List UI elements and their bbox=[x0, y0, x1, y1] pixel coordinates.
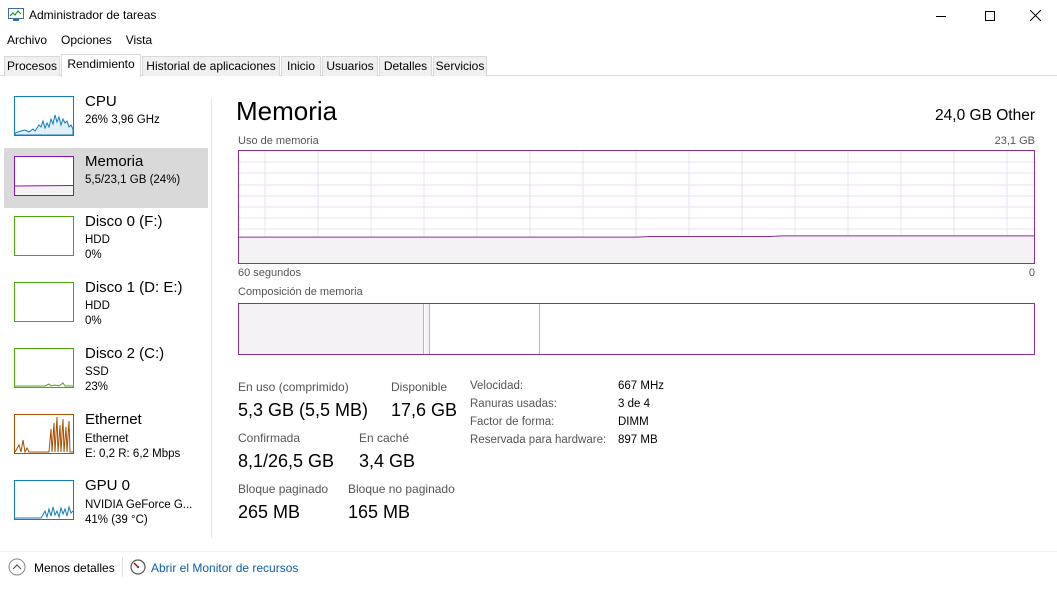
memory-usage-graph bbox=[238, 150, 1035, 264]
composition-modified bbox=[425, 304, 430, 354]
composition-label: Composición de memoria bbox=[238, 286, 363, 298]
sidebar-item-detail: 5,5/23,1 GB (24%) bbox=[85, 174, 181, 186]
chevron-up-icon bbox=[8, 558, 26, 579]
property-label: Velocidad: bbox=[470, 380, 524, 392]
committed-value: 8,1/26,5 GB bbox=[238, 451, 335, 471]
composition-in-use bbox=[239, 304, 424, 354]
tab-bar: Procesos Rendimiento Historial de aplica… bbox=[0, 54, 1057, 77]
sidebar-item-detail: SSD bbox=[85, 366, 109, 378]
maximize-button[interactable] bbox=[967, 0, 1013, 31]
sidebar-item-title: Memoria bbox=[85, 153, 144, 170]
property-value: 3 de 4 bbox=[618, 398, 650, 410]
sidebar-item-detail: 0% bbox=[85, 249, 102, 261]
tab-rendimiento[interactable]: Rendimiento bbox=[61, 54, 141, 77]
tab-usuarios[interactable]: Usuarios bbox=[322, 56, 378, 76]
disk-thumbnail bbox=[14, 282, 74, 322]
sidebar-item-title: Disco 1 (D: E:) bbox=[85, 279, 183, 296]
title-bar: Administrador de tareas bbox=[0, 0, 1057, 31]
sidebar-item-detail: 41% (39 °C) bbox=[85, 514, 148, 526]
memory-composition-bar bbox=[238, 303, 1035, 355]
memory-total: 24,0 GB Other bbox=[935, 107, 1035, 124]
sidebar-item-detail: 26% 3,96 GHz bbox=[85, 114, 160, 126]
task-manager-icon bbox=[8, 8, 24, 22]
sidebar-item-disco-1[interactable]: Disco 1 (D: E:) HDD 0% bbox=[4, 274, 208, 334]
sidebar-item-detail: HDD bbox=[85, 300, 110, 312]
memory-usage-area bbox=[239, 235, 1034, 263]
usage-graph-max: 23,1 GB bbox=[994, 135, 1035, 147]
property-label: Reservada para hardware: bbox=[470, 434, 607, 446]
window-title: Administrador de tareas bbox=[29, 8, 157, 22]
sidebar-item-detail: HDD bbox=[85, 234, 110, 246]
menu-archivo[interactable]: Archivo bbox=[0, 31, 54, 51]
composition-free bbox=[541, 304, 1034, 354]
sidebar-item-detail: Ethernet bbox=[85, 433, 129, 445]
sidebar-item-detail: 0% bbox=[85, 315, 102, 327]
menu-vista[interactable]: Vista bbox=[119, 31, 159, 51]
tab-inicio[interactable]: Inicio bbox=[281, 56, 321, 76]
disk-thumbnail bbox=[14, 348, 74, 388]
sidebar-item-gpu-0[interactable]: GPU 0 NVIDIA GeForce G... 41% (39 °C) bbox=[4, 472, 208, 532]
sidebar-item-memoria[interactable]: Memoria 5,5/23,1 GB (24%) bbox=[4, 148, 208, 208]
footer-separator bbox=[0, 551, 1057, 552]
sidebar-divider bbox=[211, 98, 212, 538]
sidebar-item-disco-2[interactable]: Disco 2 (C:) SSD 23% bbox=[4, 340, 208, 400]
sidebar-item-title: GPU 0 bbox=[85, 477, 131, 494]
sidebar-item-detail: E: 0,2 R: 6,2 Mbps bbox=[85, 448, 181, 460]
tab-historial[interactable]: Historial de aplicaciones bbox=[142, 56, 280, 76]
cached-value: 3,4 GB bbox=[359, 451, 416, 471]
committed-label: Confirmada bbox=[238, 431, 301, 445]
composition-standby bbox=[431, 304, 540, 354]
memory-thumbnail bbox=[14, 156, 74, 196]
sidebar-item-ethernet[interactable]: Ethernet Ethernet E: 0,2 R: 6,2 Mbps bbox=[4, 406, 208, 466]
property-label: Ranuras usadas: bbox=[470, 398, 557, 410]
in-use-value: 5,3 GB (5,5 MB) bbox=[238, 400, 369, 420]
in-use-label: En uso (comprimido) bbox=[238, 380, 349, 394]
tab-servicios[interactable]: Servicios bbox=[433, 56, 487, 76]
nonpaged-pool-label: Bloque no paginado bbox=[348, 482, 455, 496]
available-value: 17,6 GB bbox=[391, 400, 458, 420]
minimize-icon bbox=[936, 11, 946, 21]
cached-label: En caché bbox=[359, 431, 410, 445]
sidebar-item-title: Disco 0 (F:) bbox=[85, 213, 163, 230]
page-title: Memoria bbox=[236, 96, 338, 126]
sidebar-item-detail: NVIDIA GeForce G... bbox=[85, 499, 193, 511]
property-label: Factor de forma: bbox=[470, 416, 555, 428]
less-details-label: Menos detalles bbox=[34, 561, 115, 575]
close-icon bbox=[1029, 10, 1041, 21]
sidebar-item-title: Ethernet bbox=[85, 411, 142, 428]
usage-graph-label: Uso de memoria bbox=[238, 135, 319, 147]
menu-opciones[interactable]: Opciones bbox=[54, 31, 119, 51]
maximize-icon bbox=[985, 10, 995, 21]
cpu-thumbnail bbox=[14, 96, 74, 136]
minimize-button[interactable] bbox=[918, 0, 964, 31]
tab-procesos[interactable]: Procesos bbox=[4, 56, 60, 76]
property-value: 897 MB bbox=[618, 434, 658, 446]
sidebar-item-title: Disco 2 (C:) bbox=[85, 345, 165, 362]
footer-divider bbox=[122, 557, 123, 577]
sidebar-item-cpu[interactable]: CPU 26% 3,96 GHz bbox=[4, 88, 208, 148]
close-button[interactable] bbox=[1012, 0, 1057, 31]
available-label: Disponible bbox=[391, 380, 448, 394]
gpu-thumbnail bbox=[14, 480, 74, 520]
property-value: 667 MHz bbox=[618, 380, 665, 392]
menu-bar: Archivo Opciones Vista bbox=[0, 31, 159, 51]
graph-time-left: 60 segundos bbox=[238, 267, 301, 279]
sidebar-item-title: CPU bbox=[85, 93, 117, 110]
ethernet-thumbnail bbox=[14, 414, 74, 454]
nonpaged-pool-value: 165 MB bbox=[348, 502, 411, 522]
sidebar-item-detail: 23% bbox=[85, 381, 109, 393]
paged-pool-label: Bloque paginado bbox=[238, 482, 329, 496]
sidebar-item-disco-0[interactable]: Disco 0 (F:) HDD 0% bbox=[4, 208, 208, 268]
resource-monitor-icon bbox=[130, 559, 146, 578]
property-value: DIMM bbox=[618, 416, 649, 428]
graph-time-right: 0 bbox=[1028, 267, 1035, 279]
disk-thumbnail bbox=[14, 216, 74, 256]
tab-detalles[interactable]: Detalles bbox=[379, 56, 432, 76]
resource-monitor-label: Abrir el Monitor de recursos bbox=[151, 561, 299, 575]
paged-pool-value: 265 MB bbox=[238, 502, 301, 522]
